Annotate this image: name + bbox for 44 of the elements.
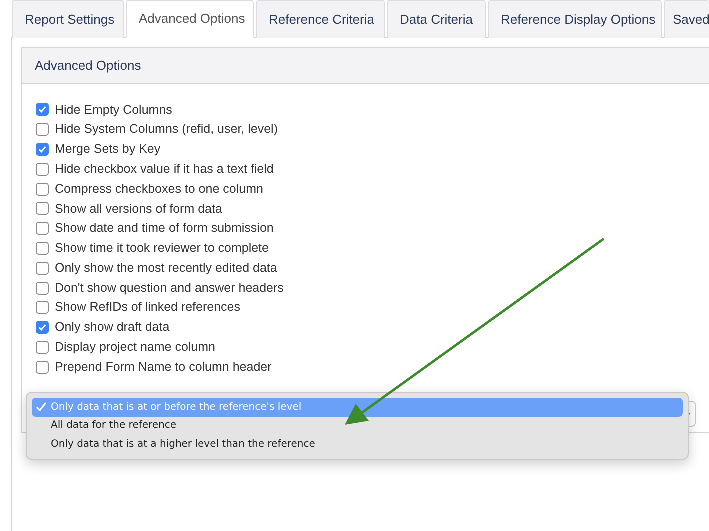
checkbox[interactable] <box>36 103 49 116</box>
checkbox[interactable] <box>36 262 49 275</box>
option-label: Only data that is at a higher level than the reference <box>51 438 316 452</box>
checkbox[interactable] <box>36 301 49 314</box>
checkbox[interactable] <box>36 340 49 354</box>
checkbox[interactable] <box>36 321 49 334</box>
checkbox[interactable] <box>36 182 49 196</box>
checkbox-label: Prepend Form Name to column header <box>55 358 272 376</box>
checkbox[interactable] <box>36 202 49 216</box>
menu-option[interactable]: All data for the reference <box>32 416 683 435</box>
checkbox[interactable] <box>36 360 49 374</box>
checkbox-label: Show all versions of form data <box>55 200 222 218</box>
tab[interactable]: Reference Display Options <box>488 0 662 38</box>
checkbox[interactable] <box>36 282 49 295</box>
checkbox[interactable] <box>36 123 49 136</box>
check-icon <box>38 105 47 114</box>
check-icon <box>38 144 47 154</box>
tab[interactable]: Reference Criteria <box>256 0 385 38</box>
checkbox-label: Only show draft data <box>55 319 170 336</box>
checkbox-label: Compress checkboxes to one column <box>55 180 264 198</box>
check-icon <box>36 402 47 412</box>
option-label: Only data that is at or before the reference's level <box>51 400 302 415</box>
menu-option[interactable]: Only data that is at a higher level than the reference <box>32 435 683 454</box>
checkbox-label: Show time it took reviewer to complete <box>55 240 269 258</box>
checkbox-label: Hide System Columns (refid, user, level) <box>55 121 278 138</box>
tab[interactable]: Saved <box>664 0 709 38</box>
checkbox-label: Only show the most recently edited data <box>55 260 278 277</box>
checkbox-label: Hide checkbox value if it has a text field <box>55 160 274 178</box>
panel-title: Advanced Options <box>35 56 142 75</box>
tab[interactable]: Report Settings <box>12 0 124 38</box>
checkbox[interactable] <box>36 162 49 176</box>
checkbox-label: Show RefIDs of linked references <box>55 299 241 316</box>
checkbox[interactable] <box>36 242 49 255</box>
checkbox[interactable] <box>36 142 49 156</box>
tab[interactable]: Advanced Options <box>126 0 254 38</box>
checkbox-label: Hide Empty Columns <box>55 102 172 119</box>
check-icon <box>38 323 47 332</box>
checkbox[interactable] <box>36 222 49 236</box>
checkbox-label: Show date and time of form submission <box>55 220 274 238</box>
checkbox-label: Display project name column <box>55 339 216 356</box>
checkbox-label: Don't show question and answer headers <box>55 280 284 297</box>
checkbox-label: Merge Sets by Key <box>55 141 161 158</box>
option-label: All data for the reference <box>51 419 177 434</box>
tab[interactable]: Data Criteria <box>387 0 486 38</box>
